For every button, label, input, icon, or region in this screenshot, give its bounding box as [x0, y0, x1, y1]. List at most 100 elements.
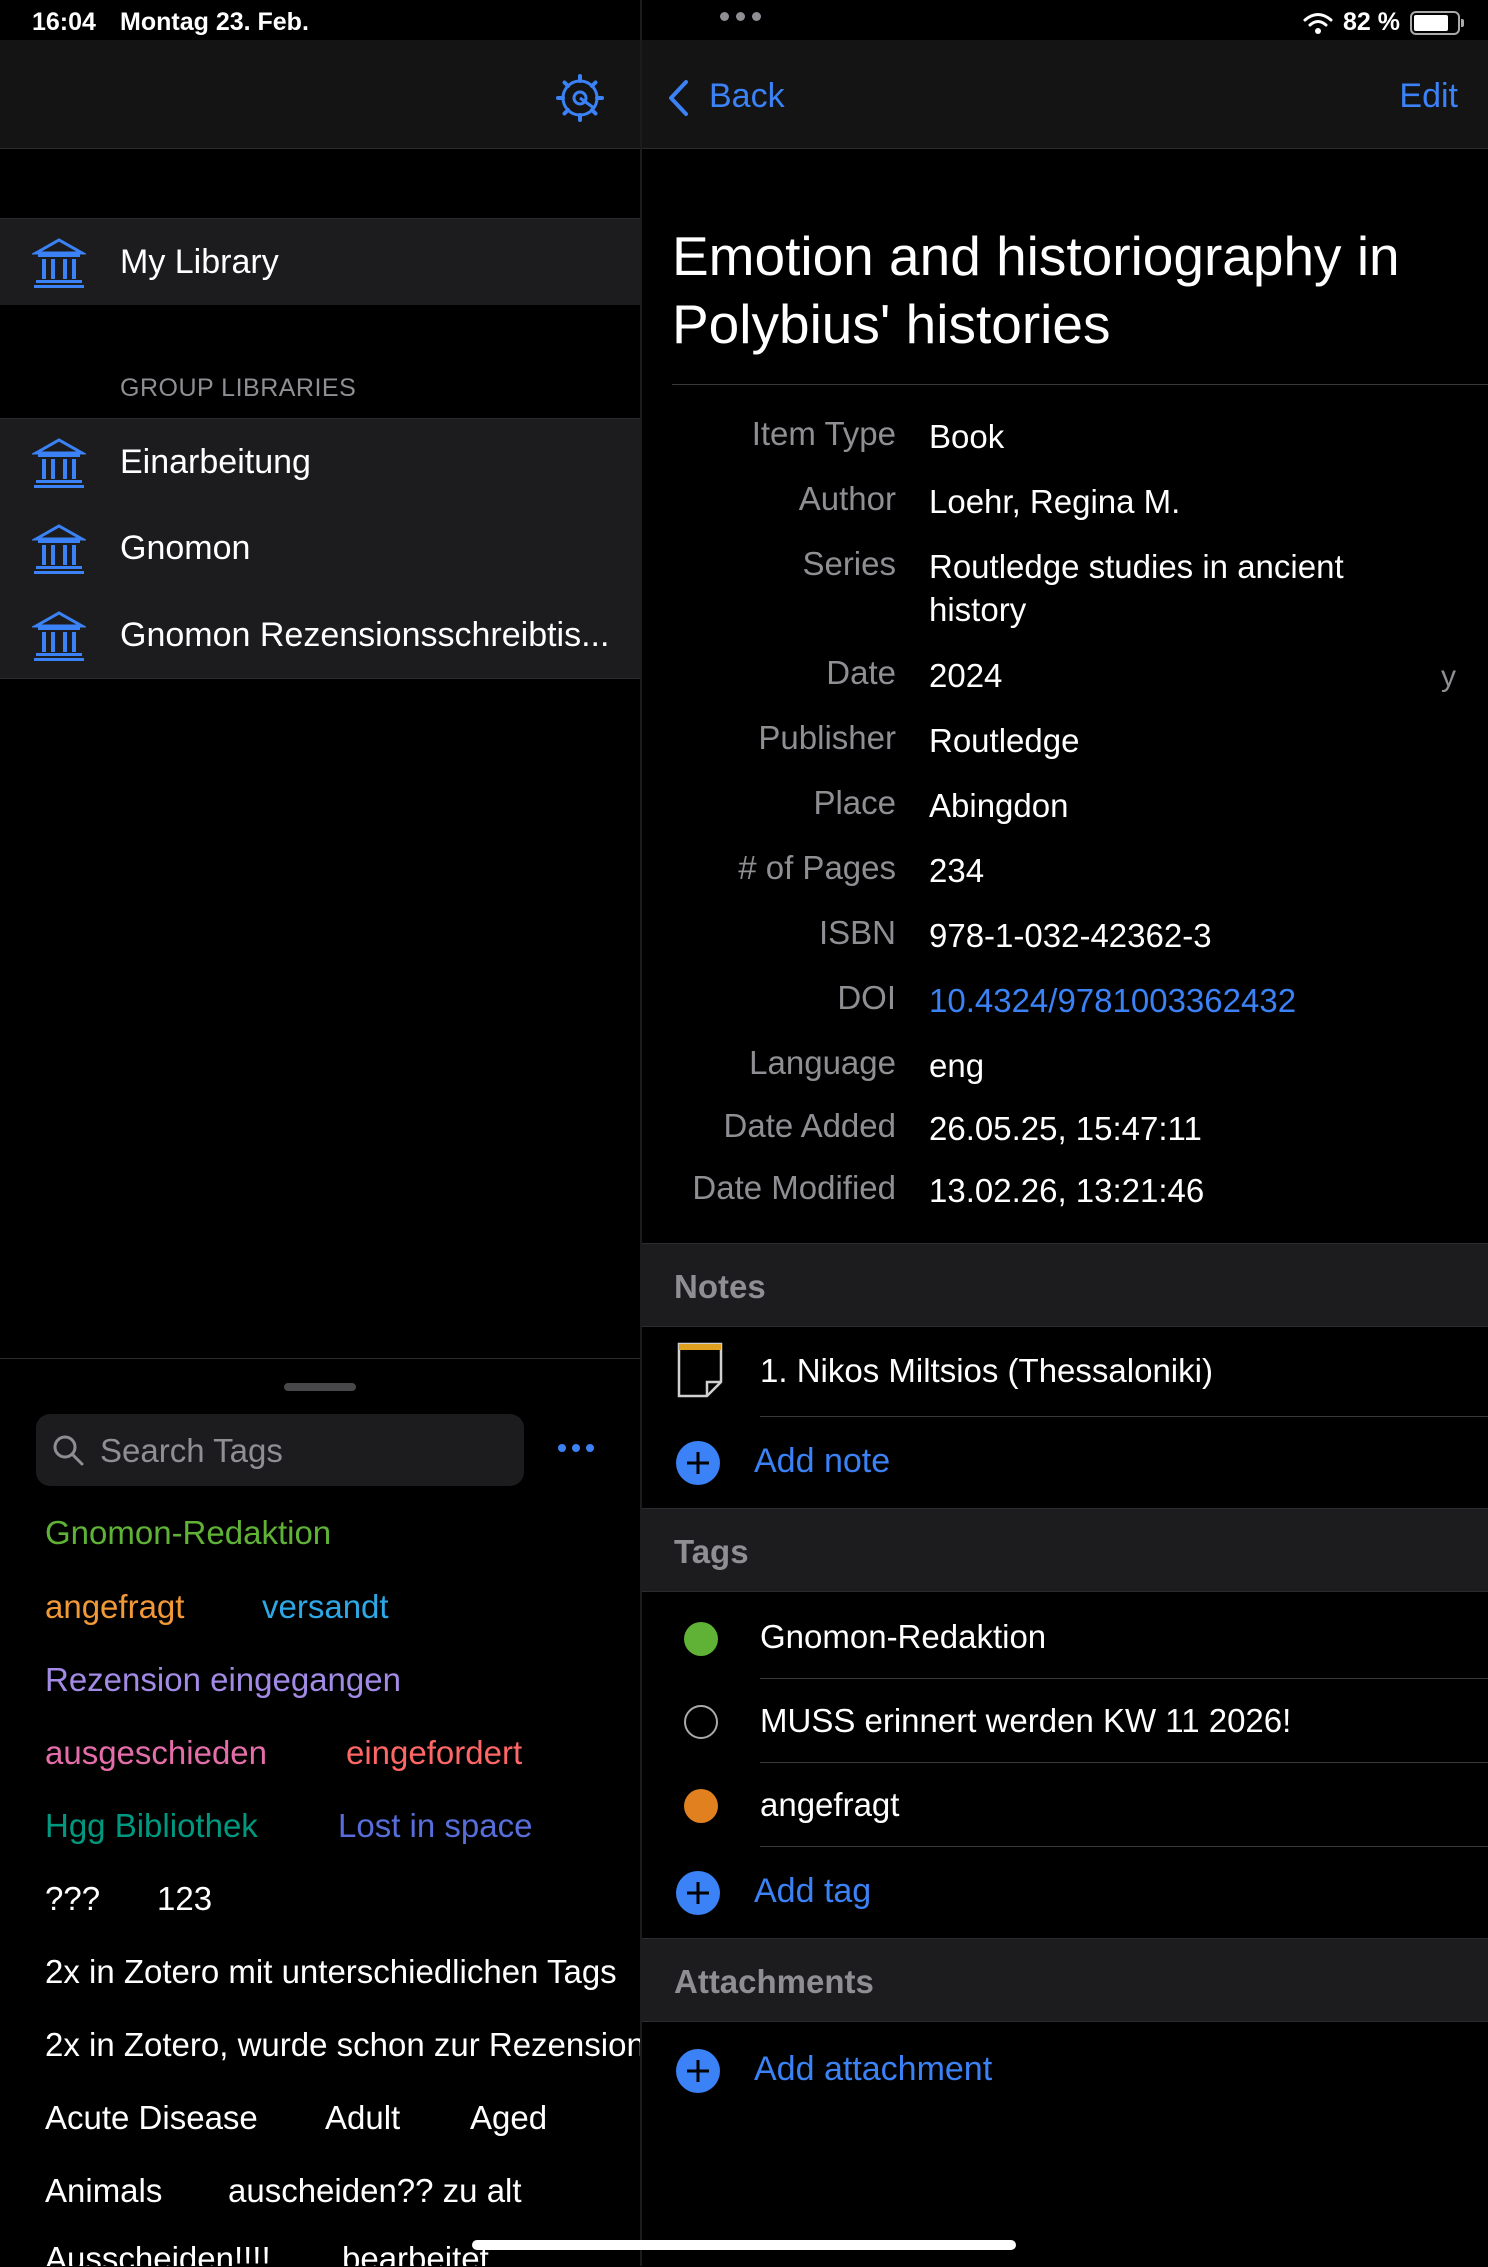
add-note-label: Add note	[754, 1442, 891, 1480]
tag-color-dot	[684, 1789, 718, 1823]
doi-link[interactable]: 10.4324/9781003362432	[929, 979, 1429, 1022]
add-note-button[interactable]: Add note	[676, 1438, 976, 1488]
section-title: Tags	[674, 1533, 749, 1570]
library-icon	[32, 611, 86, 661]
field-value[interactable]: Book	[929, 415, 1429, 458]
title-separator	[672, 384, 1488, 385]
tag-item[interactable]: angefragt	[45, 1588, 184, 1626]
back-button[interactable]: Back	[660, 70, 800, 126]
field-key: ISBN	[818, 914, 896, 951]
field-value[interactable]: 26.05.25, 15:47:11	[929, 1107, 1429, 1150]
row-separator	[760, 1416, 1488, 1417]
plus-circle-icon	[676, 1871, 720, 1915]
field-key: Series	[802, 545, 896, 582]
field-key: Author	[798, 480, 896, 517]
sidebar-item-einarbeitung[interactable]: Einarbeitung	[0, 418, 640, 506]
wifi-icon	[1303, 12, 1333, 34]
tag-item[interactable]: Ausscheiden!!!!	[45, 2240, 271, 2266]
sidebar-item-gnomon[interactable]: Gnomon	[0, 505, 640, 593]
tag-color-dot	[684, 1622, 718, 1656]
tag-item[interactable]: Aged	[470, 2099, 547, 2137]
add-tag-label: Add tag	[754, 1872, 872, 1910]
field-value[interactable]: 13.02.26, 13:21:46	[929, 1169, 1429, 1212]
more-options-icon[interactable]	[558, 1444, 594, 1452]
tag-item[interactable]: ausgeschieden	[45, 1734, 267, 1772]
tag-item[interactable]: Animals	[45, 2172, 162, 2210]
battery-percent: 82 %	[1343, 8, 1400, 36]
back-label: Back	[709, 77, 785, 115]
sidebar-item-my-library[interactable]: My Library	[0, 218, 640, 305]
field-key: # of Pages	[738, 849, 896, 886]
tag-color-dot-empty	[684, 1705, 718, 1739]
tag-item[interactable]: Adult	[325, 2099, 400, 2137]
field-value[interactable]: 234	[929, 849, 1429, 892]
row-separator	[760, 1762, 1488, 1763]
tag-item[interactable]: auscheiden?? zu alt	[228, 2172, 522, 2210]
field-key: DOI	[837, 979, 896, 1016]
field-value[interactable]: 2024	[929, 654, 1429, 697]
field-key: Publisher	[758, 719, 896, 756]
chevron-left-icon	[669, 80, 688, 116]
status-time: 16:04	[32, 8, 96, 36]
split-divider[interactable]	[640, 0, 642, 2266]
item-title[interactable]: Emotion and historiography in Polybius' …	[672, 222, 1432, 358]
tag-item[interactable]: Lost in space	[338, 1807, 532, 1845]
row-separator	[760, 1846, 1488, 1847]
row-separator	[760, 1678, 1488, 1679]
tag-item[interactable]: Acute Disease	[45, 2099, 258, 2137]
tag-item[interactable]: bearbeitet	[342, 2240, 489, 2266]
field-value[interactable]: Abingdon	[929, 784, 1429, 827]
field-key: Language	[749, 1044, 896, 1081]
add-attachment-label: Add attachment	[754, 2050, 993, 2088]
tag-item[interactable]: 2x in Zotero mit unterschiedlichen Tags	[45, 1953, 617, 1990]
tag-item[interactable]: Gnomon-Redaktion	[45, 1514, 331, 1552]
add-tag-button[interactable]: Add tag	[676, 1868, 976, 1918]
tag-item[interactable]: versandt	[262, 1588, 389, 1626]
field-key: Place	[813, 784, 896, 821]
field-value[interactable]: Routledge	[929, 719, 1429, 762]
tag-item[interactable]: 2x in Zotero, wurde schon zur Rezension	[45, 2026, 640, 2063]
section-title: Notes	[674, 1268, 766, 1305]
field-value[interactable]: 978-1-032-42362-3	[929, 914, 1429, 957]
attachments-section-header: Attachments	[642, 1938, 1488, 2022]
tag-search-input[interactable]: Search Tags	[36, 1414, 524, 1486]
sidebar-item-label: Gnomon	[120, 529, 251, 567]
gear-icon[interactable]	[556, 74, 604, 122]
search-icon	[53, 1435, 84, 1466]
tag-item[interactable]: Rezension eingegangen	[45, 1661, 401, 1699]
tag-item[interactable]: Hgg Bibliothek	[45, 1807, 258, 1845]
field-key: Date	[826, 654, 896, 691]
item-tag[interactable]: Gnomon-Redaktion	[760, 1618, 1046, 1656]
field-key: Date Added	[723, 1107, 896, 1144]
sidebar-nav-bar	[0, 40, 640, 149]
resize-handle[interactable]	[284, 1383, 356, 1391]
sidebar-item-label: Einarbeitung	[120, 443, 311, 481]
status-right: 82 %	[1303, 8, 1464, 37]
notes-section-header: Notes	[642, 1243, 1488, 1327]
tag-item-clip: 2x in Zotero mit unterschiedlichen Tags	[45, 1953, 640, 1991]
edit-button[interactable]: Edit	[1399, 77, 1458, 116]
item-tag[interactable]: angefragt	[760, 1786, 899, 1824]
tags-section-header: Tags	[642, 1508, 1488, 1592]
battery-icon	[1410, 10, 1464, 35]
field-key: Date Modified	[692, 1169, 896, 1206]
field-value[interactable]: Loehr, Regina M.	[929, 480, 1429, 523]
tag-item[interactable]: 123	[157, 1880, 212, 1918]
multitasking-icon[interactable]	[720, 12, 761, 21]
item-tag[interactable]: MUSS erinnert werden KW 11 2026!	[760, 1702, 1291, 1740]
date-format-indicator: y	[1441, 660, 1456, 693]
note-icon	[677, 1342, 723, 1398]
sidebar-item-gnomon-rezensionsschreibtisch[interactable]: Gnomon Rezensionsschreibtis...	[0, 592, 640, 679]
sidebar-item-label: My Library	[120, 243, 279, 281]
library-icon	[32, 438, 86, 488]
tag-item[interactable]: eingefordert	[346, 1734, 522, 1772]
tag-item[interactable]: ???	[45, 1880, 100, 1918]
field-value[interactable]: Routledge studies in ancient history	[929, 545, 1369, 631]
plus-circle-icon	[676, 1441, 720, 1485]
add-attachment-button[interactable]: Add attachment	[676, 2046, 1076, 2096]
note-item[interactable]: 1. Nikos Miltsios (Thessaloniki)	[760, 1352, 1213, 1390]
home-indicator[interactable]	[472, 2240, 1016, 2250]
field-key: Item Type	[751, 415, 896, 452]
field-value[interactable]: eng	[929, 1044, 1429, 1087]
plus-circle-icon	[676, 2049, 720, 2093]
